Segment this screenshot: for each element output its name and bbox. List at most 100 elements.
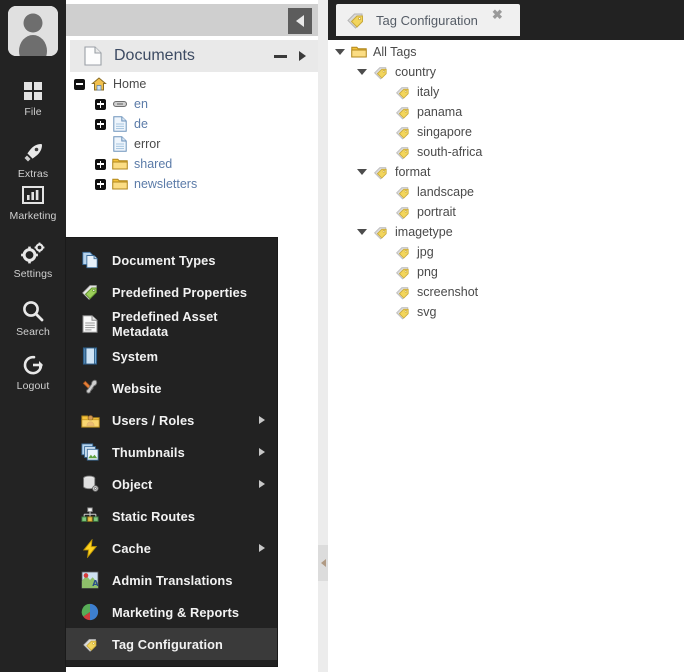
tag-tree-item[interactable]: screenshot — [328, 282, 684, 302]
yellow-tag-icon — [395, 104, 411, 120]
triangle-right-icon[interactable] — [299, 51, 306, 61]
tag-tree-item-label: singapore — [417, 125, 472, 139]
user-avatar[interactable] — [8, 6, 58, 56]
settings-menu-item[interactable]: Static Routes — [66, 500, 277, 532]
rail-item-search[interactable]: Search — [0, 298, 66, 338]
caret-down-icon[interactable] — [356, 67, 367, 78]
yellow-tag-icon — [395, 304, 411, 320]
tab-tag-configuration[interactable]: Tag Configuration ✖ — [336, 4, 520, 36]
rail-item-file[interactable]: File — [0, 78, 66, 118]
settings-menu-item[interactable]: Document Types — [66, 244, 277, 276]
settings-menu-item[interactable]: System — [66, 340, 277, 372]
settings-menu-item[interactable]: Predefined Properties — [66, 276, 277, 308]
yellow-tag-icon — [373, 164, 389, 180]
settings-menu-item-label: Users / Roles — [112, 412, 195, 428]
document-tree-item[interactable]: shared — [66, 154, 318, 174]
yellow-tag-icon — [395, 244, 411, 260]
settings-menu-item[interactable]: Object — [66, 468, 277, 500]
grid-squares-icon — [0, 78, 66, 104]
yellow-tag-icon — [395, 284, 411, 300]
sitemap-icon — [80, 506, 100, 526]
settings-menu-item[interactable]: Cache — [66, 532, 277, 564]
splitter-collapse-handle[interactable] — [318, 545, 328, 581]
yellow-tag-icon — [346, 11, 366, 29]
green-tag-icon — [80, 282, 100, 302]
rail-label-extras: Extras — [17, 168, 49, 180]
translations-icon: A — [80, 570, 100, 590]
settings-menu-item[interactable]: Website — [66, 372, 277, 404]
tag-tree: All Tags country italy panama singapore south… — [328, 42, 684, 322]
expand-node-button[interactable] — [95, 178, 106, 190]
document-tree-item-label: Home — [113, 77, 147, 91]
document-tree-item[interactable]: en — [66, 94, 318, 114]
settings-menu-item[interactable]: A Admin Translations — [66, 564, 277, 596]
tag-tree-item[interactable]: singapore — [328, 122, 684, 142]
tag-tree-item[interactable]: landscape — [328, 182, 684, 202]
document-tree-item[interactable]: Home — [66, 74, 318, 94]
tag-tree-item[interactable]: svg — [328, 302, 684, 322]
triangle-left-small-icon — [320, 559, 326, 567]
document-lines-icon — [80, 314, 100, 334]
collapse-panel-button[interactable] — [288, 8, 312, 34]
document-tree-item-label: shared — [134, 157, 173, 171]
tag-tree-item-label: svg — [417, 305, 437, 319]
rail-item-settings[interactable]: Settings — [0, 240, 66, 280]
tag-tree-item[interactable]: format — [328, 162, 684, 182]
lightning-bolt-icon — [80, 538, 100, 558]
expand-node-button[interactable] — [95, 118, 106, 130]
settings-menu-item[interactable]: Users / Roles — [66, 404, 277, 436]
tag-tree-item-label: format — [395, 165, 431, 179]
expand-node-button[interactable] — [95, 98, 106, 110]
minus-icon[interactable] — [274, 54, 287, 58]
caret-down-icon[interactable] — [334, 47, 345, 58]
tag-tree-item[interactable]: jpg — [328, 242, 684, 262]
document-tree-item[interactable]: de — [66, 114, 318, 134]
tag-tree-item[interactable]: All Tags — [328, 42, 684, 62]
tab-label: Tag Configuration — [376, 12, 478, 28]
settings-menu-item-label: System — [112, 348, 159, 364]
yellow-tag-icon — [395, 264, 411, 280]
close-icon[interactable]: ✖ — [492, 8, 503, 21]
caret-down-icon[interactable] — [356, 167, 367, 178]
tag-tree-item[interactable]: south-africa — [328, 142, 684, 162]
tag-tree-item-label: country — [395, 65, 436, 79]
tag-tree-item[interactable]: panama — [328, 102, 684, 122]
rail-item-extras[interactable]: Extras — [0, 140, 66, 180]
tag-tree-item-label: landscape — [417, 185, 474, 199]
settings-menu-item[interactable]: Tag Configuration — [66, 628, 277, 660]
tag-tree-item[interactable]: country — [328, 62, 684, 82]
rail-label-file: File — [24, 106, 42, 118]
yellow-tag-icon — [395, 124, 411, 140]
rail-label-marketing: Marketing — [9, 210, 57, 222]
submenu-arrow-icon — [259, 416, 265, 424]
settings-menu: Document Types Predefined Properties Prede… — [66, 238, 277, 666]
tab-strip: Tag Configuration ✖ — [328, 0, 684, 40]
tag-tree-item-label: portrait — [417, 205, 456, 219]
folder-icon — [112, 176, 128, 192]
tag-tree-item[interactable]: portrait — [328, 202, 684, 222]
tag-tree-item[interactable]: imagetype — [328, 222, 684, 242]
pie-chart-icon — [80, 602, 100, 622]
rail-item-logout[interactable]: Logout — [0, 352, 66, 392]
caret-down-icon[interactable] — [356, 227, 367, 238]
rail-item-marketing[interactable]: Marketing — [0, 182, 66, 222]
document-tree-item[interactable]: newsletters — [66, 174, 318, 194]
settings-menu-item[interactable]: Marketing & Reports — [66, 596, 277, 628]
tag-tree-item[interactable]: png — [328, 262, 684, 282]
collapse-node-button[interactable] — [74, 78, 85, 90]
tag-tree-item-label: italy — [417, 85, 440, 99]
document-tree-item[interactable]: error — [66, 134, 318, 154]
settings-menu-item[interactable]: Thumbnails — [66, 436, 277, 468]
tag-tree-item[interactable]: italy — [328, 82, 684, 102]
settings-menu-item-label: Admin Translations — [112, 572, 233, 588]
document-tree-item-label: en — [134, 97, 148, 111]
expand-node-button[interactable] — [95, 158, 106, 170]
copy-pages-icon — [80, 250, 100, 270]
settings-menu-item-label: Document Types — [112, 252, 216, 268]
settings-menu-item[interactable]: Predefined Asset Metadata — [66, 308, 277, 340]
